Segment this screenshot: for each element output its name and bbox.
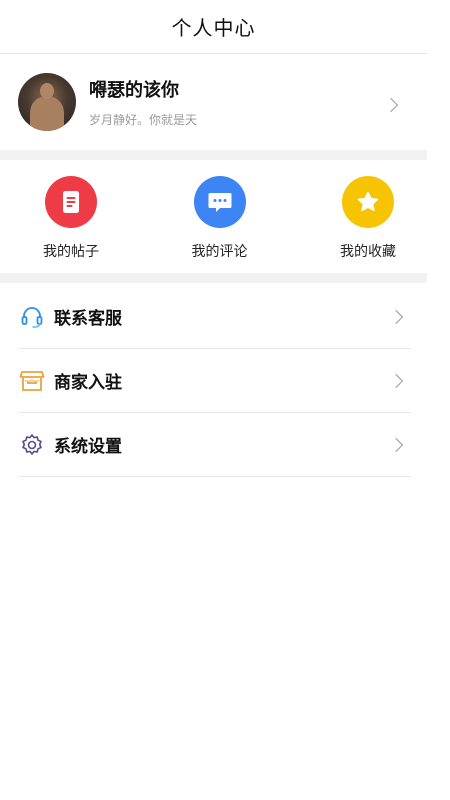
my-favorites-label: 我的收藏 [340,244,396,260]
gear-icon [19,432,45,458]
menu-item-label: 联系客服 [54,309,122,329]
page-title: 个人中心 [171,16,256,40]
profile-card[interactable]: 嘚瑟的该你 岁月静好。你就是天 [0,54,427,150]
menu-list: 联系客服 商家入驻 系统设置 [0,283,427,477]
headset-icon [19,304,45,330]
my-posts-label: 我的帖子 [43,244,99,260]
menu-item-label: 系统设置 [54,437,122,457]
menu-item-customer-service[interactable]: 联系客服 [19,285,411,349]
section-divider [0,273,427,283]
menu-item-settings[interactable]: 系统设置 [19,413,411,477]
chevron-right-icon [388,309,404,325]
quick-actions: 我的帖子 我的评论 我的收藏 [0,160,427,273]
my-comments-label: 我的评论 [191,244,248,260]
star-icon [342,176,394,228]
chevron-right-icon [388,373,404,389]
menu-item-merchant-entry[interactable]: 商家入驻 [19,349,411,413]
my-comments-button[interactable]: 我的评论 [189,176,251,273]
store-icon [19,368,45,394]
avatar[interactable] [18,73,76,131]
header: 个人中心 [0,0,427,54]
profile-page: 个人中心 嘚瑟的该你 岁月静好。你就是天 我的帖子 我的评论 我的收藏 联系客服… [0,0,450,800]
my-posts-button[interactable]: 我的帖子 [40,176,102,273]
document-icon [45,176,97,228]
profile-name: 嘚瑟的该你 [89,80,179,101]
profile-info: 嘚瑟的该你 岁月静好。你就是天 [89,76,401,128]
menu-item-label: 商家入驻 [54,373,122,393]
my-favorites-button[interactable]: 我的收藏 [337,176,399,273]
profile-bio: 岁月静好。你就是天 [89,113,198,127]
chevron-right-icon [388,437,404,453]
section-divider [0,150,427,160]
comment-icon [193,176,246,228]
